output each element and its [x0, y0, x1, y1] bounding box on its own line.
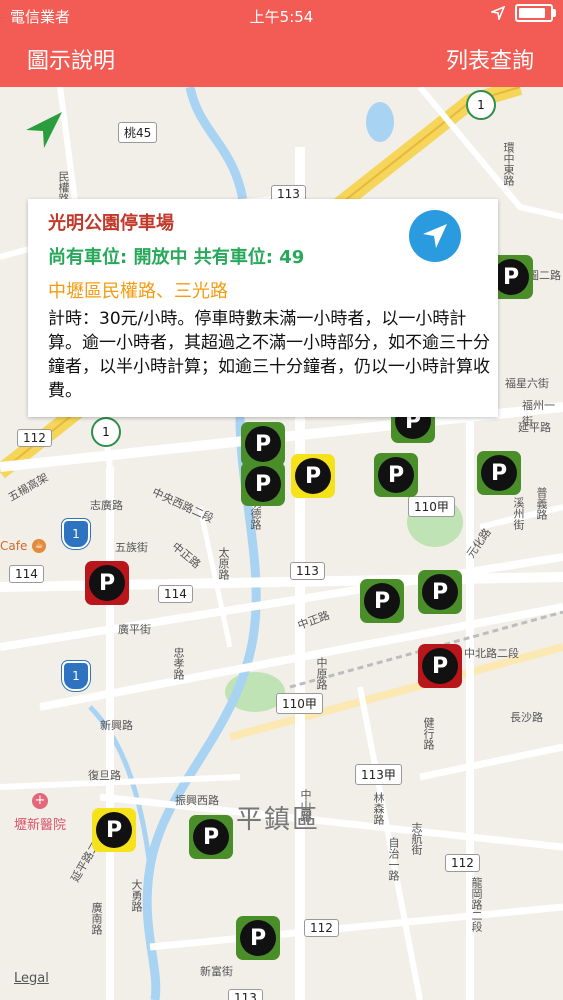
parking-address: 中壢區民權路、三光路 — [48, 281, 228, 302]
road-label: 114 — [158, 585, 193, 603]
navigation-arrow-icon — [423, 224, 447, 248]
parking-icon: P — [481, 455, 517, 491]
street-label: 龍岡路二段 — [470, 877, 483, 932]
parking-marker-available[interactable]: P — [189, 815, 233, 859]
parking-lot-name: 光明公園停車場 — [48, 213, 174, 234]
street-label: 太原路 — [217, 547, 230, 580]
locate-me-icon[interactable] — [24, 110, 64, 150]
highway-shield: 1 — [62, 661, 90, 691]
status-icons — [491, 4, 556, 22]
fee-description: 計時：30元/小時。停車時數未滿一小時者，以一小時計算。逾一小時者，其超過之不滿… — [48, 309, 490, 401]
street-label: 廣南路 — [90, 902, 103, 935]
parking-icon: P — [295, 458, 331, 494]
street-label: 志航街 — [410, 822, 423, 855]
app-root: 電信業者 上午5:54 圖示說明 列表查詢 桃45 113 112 114 11… — [0, 0, 563, 1000]
status-bar: 電信業者 上午5:54 — [0, 0, 563, 30]
legend-button[interactable]: 圖示說明 — [27, 43, 115, 75]
parking-icon: P — [193, 819, 229, 855]
street-label: 五族街 — [115, 541, 148, 554]
cafe-icon: ☕ — [32, 539, 46, 553]
location-arrow-icon — [491, 6, 505, 20]
parking-marker-available[interactable]: P — [236, 916, 280, 960]
road-label: 113 — [290, 562, 325, 580]
parking-info-callout[interactable]: 光明公園停車場 尚有車位: 開放中 共有車位: 49 中壢區民權路、三光路 計時… — [28, 199, 498, 417]
parking-icon: P — [245, 466, 281, 502]
road-label: 113 — [228, 989, 263, 1000]
poi-label: 壢新醫院 — [14, 818, 67, 833]
street-label: 振興西路 — [175, 794, 219, 807]
street-label: 普義路 — [535, 487, 548, 520]
availability-status: 尚有車位: 開放中 共有車位: 49 — [48, 247, 305, 268]
list-query-button[interactable]: 列表查詢 — [446, 43, 534, 75]
parking-marker-limited[interactable]: P — [291, 454, 335, 498]
street-label: 自治一路 — [387, 837, 400, 881]
parking-marker-full[interactable]: P — [85, 561, 129, 605]
parking-marker-available[interactable]: P — [418, 570, 462, 614]
parking-marker-available[interactable]: P — [241, 422, 285, 466]
parking-marker-limited[interactable]: P — [92, 808, 136, 852]
parking-icon: P — [422, 574, 458, 610]
street-label: 環中東路 — [502, 142, 515, 186]
street-label: 健行路 — [422, 717, 435, 750]
hospital-icon: + — [32, 793, 48, 809]
road-label: 113甲 — [355, 764, 402, 785]
parking-marker-available[interactable]: P — [374, 453, 418, 497]
street-label: 新富街 — [200, 965, 233, 978]
parking-icon: P — [422, 648, 458, 684]
parking-icon: P — [240, 920, 276, 956]
parking-icon: P — [96, 812, 132, 848]
parking-marker-available[interactable]: P — [477, 451, 521, 495]
parking-icon: P — [364, 583, 400, 619]
navigate-button[interactable] — [409, 210, 461, 262]
parking-icon: P — [378, 457, 414, 493]
street-label: 長沙路 — [510, 711, 543, 724]
street-label: 新興路 — [100, 719, 133, 732]
parking-marker-full[interactable]: P — [418, 644, 462, 688]
district-label: 平鎮區 — [236, 805, 321, 835]
road-label: 114 — [9, 565, 44, 583]
header-bar: 電信業者 上午5:54 圖示說明 列表查詢 — [0, 0, 563, 87]
street-label: 志廣路 — [90, 499, 123, 512]
street-label: 大勇路 — [130, 879, 143, 912]
road-label: 112 — [304, 919, 339, 937]
provincial-road-marker: 1 — [91, 417, 121, 447]
parking-marker-available[interactable]: P — [241, 462, 285, 506]
clock: 上午5:54 — [249, 8, 314, 26]
poi-label: Cafe — [0, 539, 28, 553]
road-label: 110甲 — [408, 496, 455, 517]
road-label: 112 — [445, 854, 480, 872]
street-label: 復旦路 — [88, 769, 121, 782]
legal-link[interactable]: Legal — [14, 971, 49, 986]
street-label: 忠孝路 — [172, 647, 185, 680]
parking-icon: P — [245, 426, 281, 462]
battery-icon — [515, 4, 556, 22]
parking-icon: P — [493, 259, 529, 295]
road-label: 110甲 — [276, 693, 323, 714]
street-label: 中原路 — [315, 657, 328, 690]
street-label: 中北路二段 — [464, 647, 519, 660]
road-label: 112 — [17, 429, 52, 447]
provincial-road-marker: 1 — [466, 90, 496, 120]
parking-icon: P — [89, 565, 125, 601]
highway-shield: 1 — [62, 519, 90, 549]
parking-marker-available[interactable]: P — [360, 579, 404, 623]
street-label: 林森路 — [372, 792, 385, 825]
road-label: 桃45 — [118, 122, 158, 143]
street-label: 廣平街 — [118, 623, 151, 636]
street-label: 福州一街 — [522, 399, 555, 428]
street-label: 福星六街 — [505, 377, 549, 390]
street-label: 溪州街 — [512, 497, 525, 530]
